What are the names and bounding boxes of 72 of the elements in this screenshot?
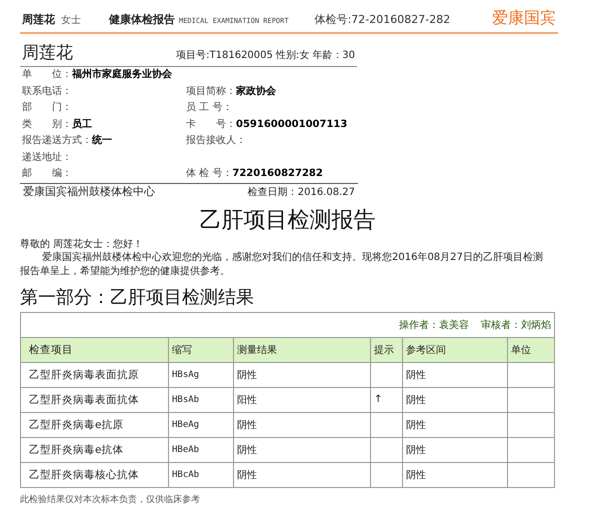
- table-cell: [370, 437, 402, 462]
- exam-date: 检查日期：2016.08.27: [248, 186, 355, 198]
- table-cell: HBeAb: [168, 437, 234, 462]
- table-cell: 阴性: [234, 437, 370, 462]
- table-cell: [370, 412, 402, 437]
- table-cell: [508, 462, 554, 487]
- table-cell: 乙型肝炎病毒e抗原: [20, 412, 168, 437]
- field-value: 员工: [72, 118, 92, 130]
- center-name: 爱康国宾福州鼓楼体检中心: [23, 184, 155, 198]
- table-cell: 阴性: [234, 462, 370, 487]
- field-label: 邮 编：: [22, 168, 72, 179]
- table-cell: 阴性: [234, 362, 370, 387]
- patient-name: 周莲花: [22, 42, 73, 64]
- table-cell: HBeAg: [168, 412, 234, 437]
- column-header: 测量结果: [234, 337, 370, 362]
- field-label: 部 门：: [22, 102, 72, 113]
- field-label: 类 别：: [22, 118, 72, 130]
- field-label: 联系电话：: [22, 86, 72, 96]
- table-cell: [370, 462, 402, 487]
- table-cell: ↑: [370, 387, 402, 412]
- age: 年龄：30: [312, 48, 355, 62]
- column-header: 提示: [370, 337, 402, 362]
- table-cell: [508, 437, 554, 462]
- patient-name: 周莲花: [22, 12, 55, 27]
- exam-number: 体检号:72-20160827-282: [314, 12, 450, 27]
- table-cell: 阴性: [402, 362, 508, 387]
- table-cell: HBsAb: [168, 387, 234, 412]
- table-cell: 阳性: [234, 387, 370, 412]
- field-label: 报告递送方式：: [22, 135, 92, 146]
- field-label: 员 工 号：: [186, 102, 232, 113]
- brand-name: 爱康国宾: [492, 8, 556, 29]
- table-cell: HBcAb: [168, 462, 234, 487]
- section-heading: 第一部分：乙肝项目检测结果: [20, 286, 255, 308]
- title-suffix: 女士: [61, 14, 81, 27]
- report-heading: 乙肝项目检测报告: [198, 206, 376, 234]
- table-cell: 乙型肝炎病毒表面抗原: [20, 362, 168, 387]
- column-header: 检查项目: [20, 337, 168, 362]
- field-label: 报告接收人：: [186, 135, 246, 146]
- gender: 性别:女: [276, 48, 310, 62]
- column-header: 参考区间: [402, 337, 508, 362]
- project-number: 项目号:T181620005: [176, 49, 273, 62]
- table-cell: 阴性: [402, 412, 508, 437]
- field-value: 统一: [92, 135, 112, 146]
- table-cell: 乙型肝炎病毒e抗体: [20, 437, 168, 462]
- column-header: 单位: [508, 337, 554, 362]
- table-cell: [508, 362, 554, 387]
- table-cell: 乙型肝炎病毒核心抗体: [20, 462, 168, 487]
- field-value: 0591600001007113: [236, 118, 348, 130]
- field-value: 家政协会: [236, 86, 276, 96]
- field-label: 项目简称：: [186, 86, 236, 96]
- table-cell: 阴性: [402, 387, 508, 412]
- table-cell: 阴性: [402, 437, 508, 462]
- footnote: 此检验结果仅对本次标本负责，仅供临床参考: [20, 494, 201, 506]
- field-label: 卡 号：: [186, 118, 236, 130]
- column-header: 缩写: [168, 337, 234, 362]
- report-title: 健康体检报告: [109, 12, 175, 27]
- field-label: 体 检 号：: [186, 168, 232, 179]
- reviewer-name: 审核者：刘炳焰: [481, 320, 551, 330]
- field-label: 递送地址：: [22, 152, 72, 162]
- table-cell: HBsAg: [168, 362, 234, 387]
- field-value: 福州市家庭服务业协会: [72, 69, 172, 80]
- table-cell: 阴性: [234, 412, 370, 437]
- table-cell: 乙型肝炎病毒表面抗体: [20, 387, 168, 412]
- field-label: 单 位：: [22, 69, 72, 80]
- greeting: 尊敬的 周莲花女士：您好！: [20, 238, 144, 250]
- field-value: 7220160827282: [232, 168, 323, 179]
- table-cell: [370, 362, 402, 387]
- table-cell: 阴性: [402, 462, 508, 487]
- intro-paragraph: 爱康国宾福州鼓楼体检中心欢迎您的光临，感谢您对我们的信任和支持。现将您2016年08月27日的乙肝项目检测报告单呈上，希望能为维护您的健康提供参考。: [20, 250, 544, 278]
- operator-name: 操作者：袁美容: [399, 320, 469, 330]
- table-cell: [508, 412, 554, 437]
- table-cell: [508, 387, 554, 412]
